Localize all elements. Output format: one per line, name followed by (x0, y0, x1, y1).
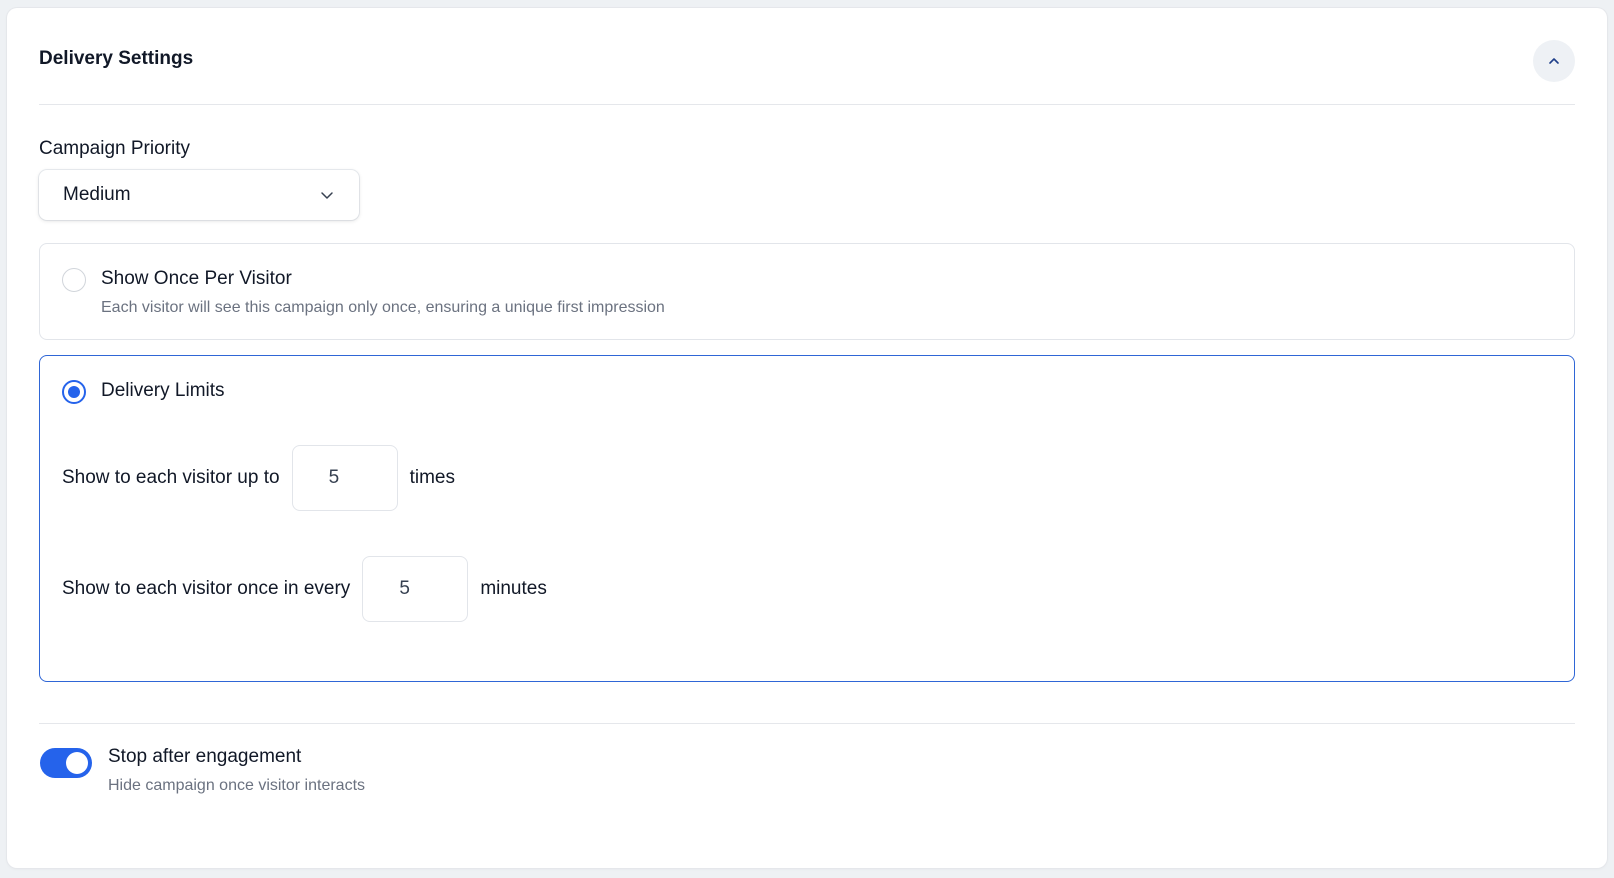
times-prefix: Show to each visitor up to (62, 467, 280, 488)
toggle-knob (66, 752, 88, 774)
show-once-title: Show Once Per Visitor (101, 268, 292, 289)
chevron-down-icon (321, 192, 333, 199)
show-once-radio[interactable] (62, 268, 86, 292)
interval-limit-row: Show to each visitor once in every minut… (62, 556, 547, 622)
times-input[interactable] (291, 445, 398, 511)
interval-suffix: minutes (480, 578, 547, 599)
campaign-priority-select[interactable]: Medium (39, 170, 359, 220)
delivery-limits-option[interactable]: Delivery Limits Show to each visitor up … (39, 355, 1575, 682)
stop-after-engagement-title: Stop after engagement (108, 746, 302, 767)
times-limit-row: Show to each visitor up to times (62, 445, 455, 511)
interval-input[interactable] (362, 556, 469, 622)
campaign-priority-value: Medium (63, 184, 131, 205)
delivery-limits-title: Delivery Limits (101, 380, 225, 401)
section-title: Delivery Settings (39, 48, 194, 69)
interval-prefix: Show to each visitor once in every (62, 578, 351, 599)
stop-after-engagement-description: Hide campaign once visitor interacts (108, 777, 366, 794)
divider (39, 723, 1575, 724)
campaign-priority-label: Campaign Priority (39, 138, 190, 159)
collapse-button[interactable] (1533, 40, 1575, 82)
times-suffix: times (409, 467, 455, 488)
show-once-option[interactable]: Show Once Per Visitor Each visitor will … (39, 243, 1575, 340)
section-header: Delivery Settings (39, 8, 1575, 105)
chevron-up-icon (1549, 58, 1559, 64)
show-once-description: Each visitor will see this campaign only… (101, 299, 665, 316)
delivery-settings-card: Delivery Settings Campaign Priority Medi… (7, 8, 1607, 868)
stop-after-engagement-toggle[interactable] (40, 748, 92, 778)
delivery-limits-radio[interactable] (62, 380, 86, 404)
